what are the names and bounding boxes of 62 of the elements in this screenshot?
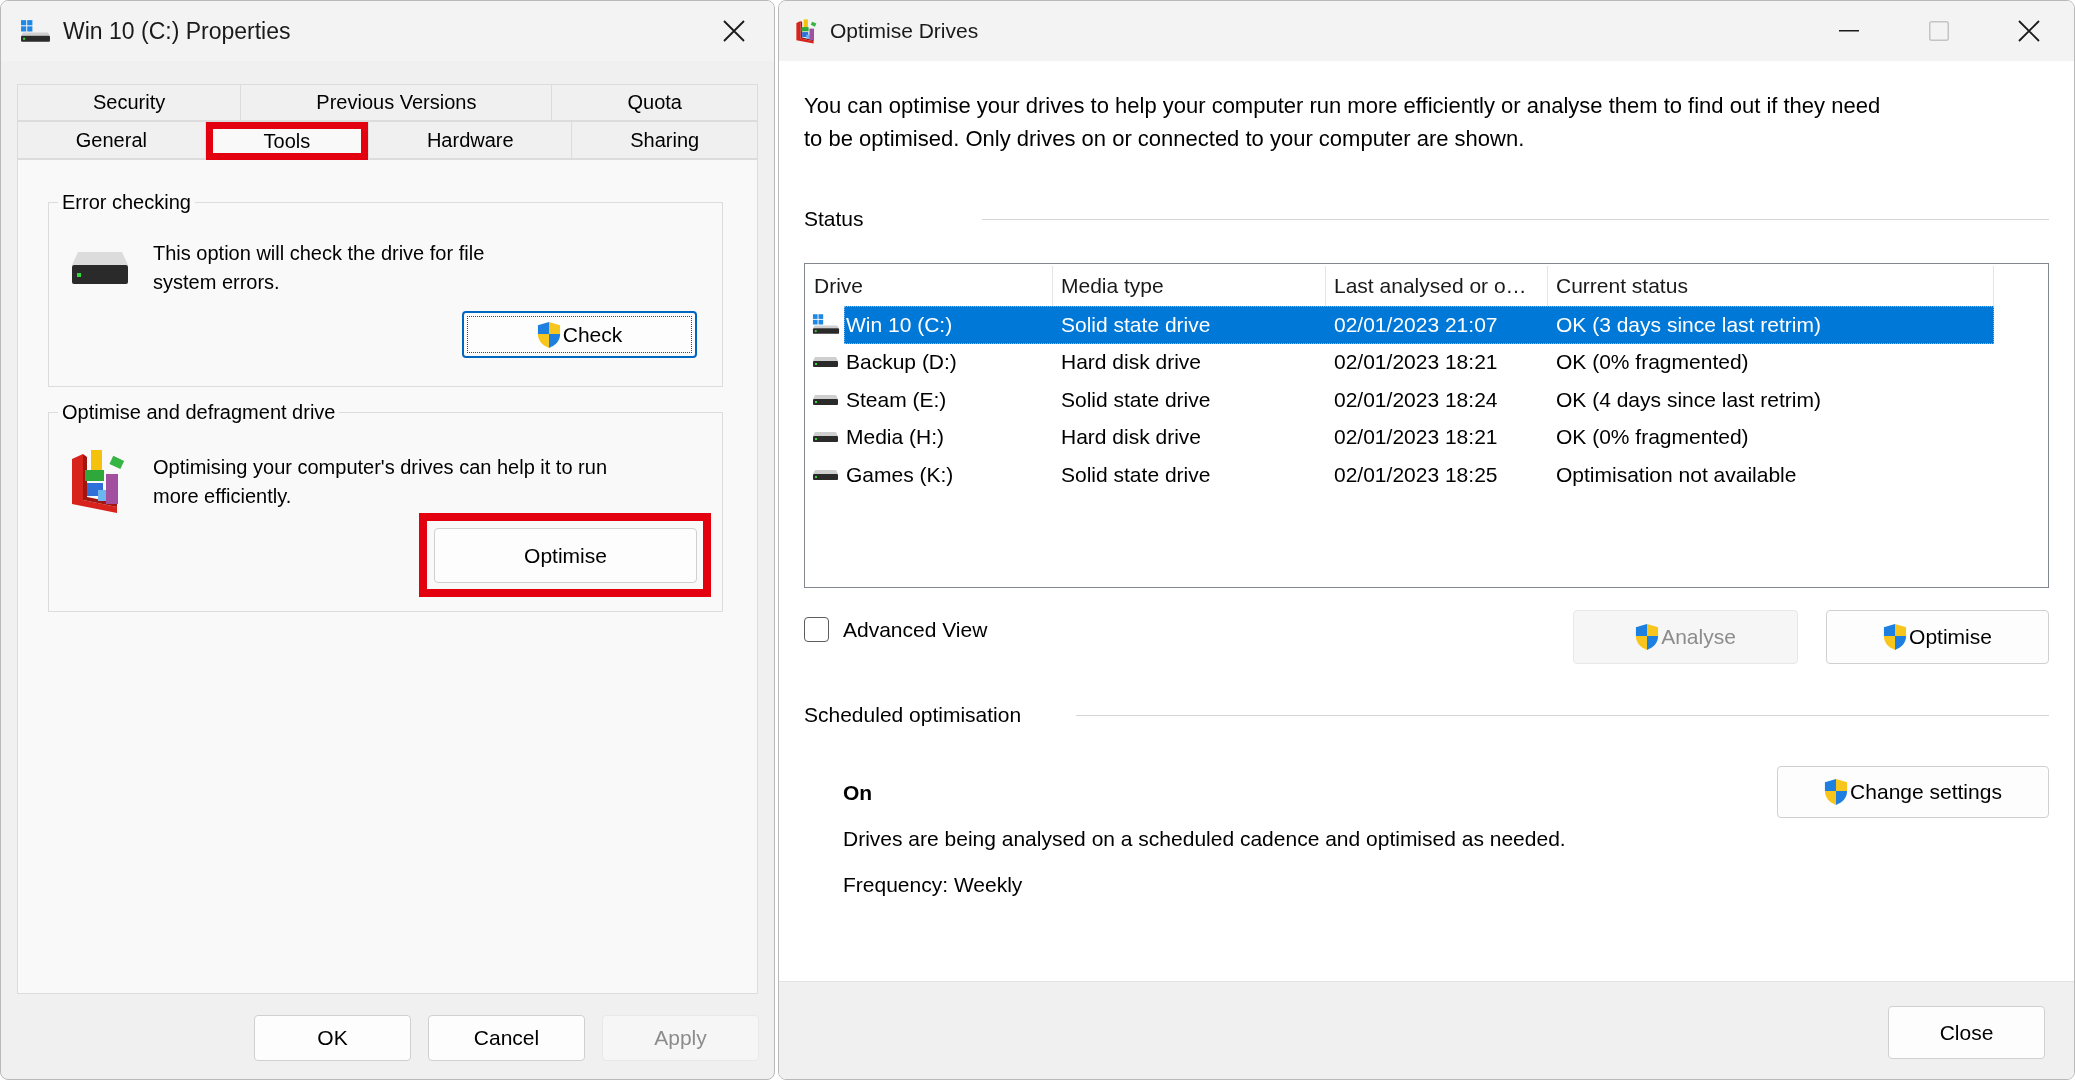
dialog-button[interactable]: Cancel [428, 1015, 585, 1061]
table-row[interactable]: Steam (E:) Solid state drive 02/01/2023 18:24 OK (4 days since last retrim) [844, 381, 1994, 419]
description-text: Optimising your computer's drives can help it to run more efficiently. [153, 454, 608, 509]
tab[interactable]: Tools [205, 121, 370, 160]
table-cell-text: 02/01/2023 18:25 [1333, 462, 1499, 487]
schedule-state: On [843, 780, 873, 806]
drive-icon [71, 251, 129, 285]
table-row[interactable]: Win 10 (C:) Solid state drive 02/01/2023 21:07 OK (3 days since last retrim) [844, 306, 1994, 344]
close-icon [723, 20, 745, 42]
window-title: Win 10 (C:) Properties [63, 17, 292, 45]
table-cell-text: Steam (E:) [845, 387, 948, 412]
table-cell-text: Solid state drive [1060, 312, 1212, 337]
tab[interactable]: Previous Versions [241, 84, 553, 121]
tab[interactable]: Hardware [369, 121, 573, 159]
table-cell-text: OK (3 days since last retrim) [1555, 312, 1822, 337]
drive-icon [20, 19, 51, 43]
table-cell-text: 02/01/2023 18:24 [1333, 387, 1499, 412]
window-title: Optimise Drives [830, 19, 980, 43]
table-cell-text: OK (4 days since last retrim) [1555, 387, 1822, 412]
blocks-icon [796, 18, 819, 44]
change-settings-button[interactable]: Change settings [1777, 766, 2049, 818]
description-text: You can optimise your drives to help your computer run more efficiently or analyse them to find out if they need to be optimised. Only drives on or connected to your computer are shown. [804, 92, 1882, 153]
table-cell-text: 02/01/2023 21:07 [1333, 312, 1499, 337]
table-cell-text: Solid state drive [1060, 462, 1212, 487]
table-cell-text: Hard disk drive [1060, 425, 1203, 450]
description-text: This option will check the drive for file system errors. [153, 241, 486, 295]
table-cell-text: Games (K:) [845, 462, 955, 487]
checkbox-label[interactable]: Advanced View [843, 617, 988, 642]
drive-icon [812, 356, 839, 369]
drive-icon [812, 468, 839, 481]
section-heading: Status [804, 206, 864, 232]
table-row[interactable]: Games (K:) Solid state drive 02/01/2023 18:25 Optimisation not available [844, 456, 1994, 494]
table-cell-text: Optimisation not available [1555, 462, 1798, 487]
table-cell-text: 02/01/2023 18:21 [1333, 425, 1499, 450]
schedule-frequency: Frequency: Weekly [843, 872, 1023, 898]
table-cell-text: OK (0% fragmented) [1555, 425, 1750, 450]
optimise-button[interactable]: Optimise [1826, 610, 2049, 664]
drive-icon [812, 431, 839, 444]
table-cell-text: Win 10 (C:) [845, 312, 954, 337]
tab[interactable]: Quota [552, 84, 758, 121]
table-cell-text: Media (H:) [845, 425, 946, 450]
tab[interactable]: Security [17, 84, 242, 121]
check-button[interactable]: Check [462, 311, 697, 358]
group-title: Error checking [61, 190, 192, 214]
tab[interactable]: Sharing [572, 121, 758, 159]
close-button[interactable]: Close [1888, 1006, 2045, 1059]
schedule-description: Drives are being analysed on a scheduled cadence and optimised as needed. [843, 826, 1566, 852]
table-cell-text: Hard disk drive [1060, 350, 1203, 375]
section-heading: Scheduled optimisation [804, 702, 1022, 728]
table-row[interactable]: Media (H:) Hard disk drive 02/01/2023 18:21 OK (0% fragmented) [844, 418, 1994, 456]
table-cell-text: Solid state drive [1060, 387, 1212, 412]
group-title: Optimise and defragment drive [61, 400, 337, 424]
table-cell-text: 02/01/2023 18:21 [1333, 350, 1499, 375]
table-row[interactable]: Backup (D:) Hard disk drive 02/01/2023 18:21 OK (0% fragmented) [844, 343, 1994, 381]
dialog-button[interactable]: OK [254, 1015, 411, 1061]
drive-icon [812, 393, 839, 406]
table-cell-text: Backup (D:) [845, 350, 958, 375]
table-cell-text: OK (0% fragmented) [1555, 350, 1750, 375]
tab[interactable]: General [17, 121, 206, 159]
drive-icon [812, 314, 840, 336]
optimise-button[interactable]: Optimise [434, 528, 697, 583]
checkbox[interactable] [804, 617, 829, 642]
